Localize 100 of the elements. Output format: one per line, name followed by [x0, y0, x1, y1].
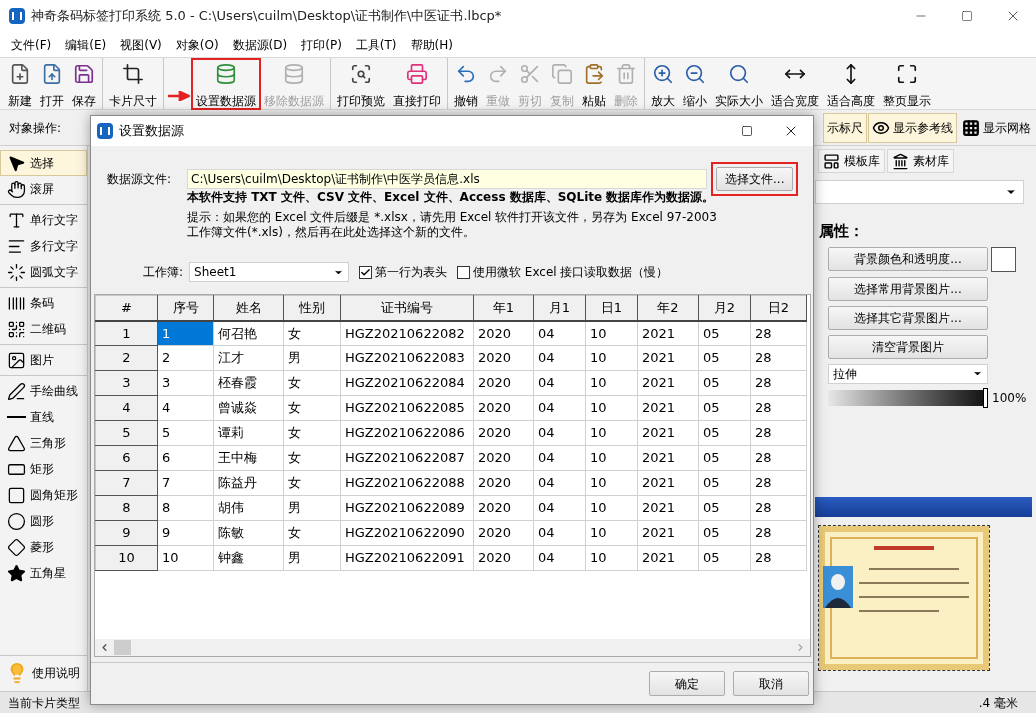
table-cell[interactable]: 3: [157, 370, 214, 396]
table-cell[interactable]: 04: [533, 495, 586, 521]
table-cell[interactable]: 7: [157, 470, 214, 496]
table-cell[interactable]: 2020: [473, 370, 534, 396]
menu-item[interactable]: 编辑(E): [58, 35, 114, 54]
toolbar-button[interactable]: 适合高度: [823, 58, 879, 109]
toolbar-button[interactable]: 设置数据源: [192, 58, 260, 109]
table-cell[interactable]: 10: [585, 545, 638, 571]
table-cell[interactable]: 陈敏: [213, 520, 284, 546]
toolbar-button[interactable]: 撤销: [450, 58, 482, 109]
table-cell[interactable]: 2020: [473, 445, 534, 471]
menu-item[interactable]: 对象(O): [168, 35, 226, 54]
table-cell[interactable]: 男: [283, 345, 341, 371]
row-header[interactable]: 6: [95, 445, 158, 471]
toggle-button[interactable]: 显示参考线: [868, 112, 957, 143]
tool-item[interactable]: 三角形: [0, 430, 87, 456]
panel-button[interactable]: 清空背景图片: [828, 334, 988, 359]
tool-item[interactable]: 五角星: [0, 560, 87, 586]
toolbar-button[interactable]: 实际大小: [711, 58, 767, 109]
menu-item[interactable]: 工具(T): [348, 35, 404, 54]
column-header[interactable]: 性别: [283, 295, 341, 321]
table-cell[interactable]: 2021: [637, 495, 699, 521]
column-header[interactable]: 年2: [637, 295, 699, 321]
table-cell[interactable]: 9: [157, 520, 214, 546]
table-cell[interactable]: HGZ20210622083: [340, 345, 474, 371]
file-path-field[interactable]: C:\Users\cuilm\Desktop\证书制作\中医学员信息.xls: [187, 169, 707, 189]
tool-item[interactable]: 多行文字: [0, 233, 87, 259]
table-cell[interactable]: 2021: [637, 445, 699, 471]
column-header[interactable]: 日2: [750, 295, 807, 321]
table-cell[interactable]: 10: [585, 420, 638, 446]
column-header[interactable]: 年1: [473, 295, 534, 321]
table-cell[interactable]: 10: [585, 395, 638, 421]
help-link[interactable]: 使用说明: [32, 663, 80, 682]
table-cell[interactable]: 05: [698, 470, 751, 496]
choose-file-button[interactable]: 选择文件...: [716, 167, 794, 191]
table-cell[interactable]: HGZ20210622089: [340, 495, 474, 521]
column-header[interactable]: 证书编号: [340, 295, 474, 321]
stretch-select[interactable]: 拉伸: [828, 363, 988, 384]
color-swatch[interactable]: [991, 246, 1016, 272]
table-cell[interactable]: 28: [750, 545, 807, 571]
table-cell[interactable]: 10: [585, 520, 638, 546]
table-cell[interactable]: HGZ20210622088: [340, 470, 474, 496]
table-cell[interactable]: 女: [283, 395, 341, 421]
table-cell[interactable]: 28: [750, 445, 807, 471]
dialog-button[interactable]: 取消: [733, 671, 809, 696]
opacity-slider[interactable]: [828, 389, 988, 406]
table-cell[interactable]: 10: [585, 370, 638, 396]
table-cell[interactable]: 28: [750, 345, 807, 371]
table-cell[interactable]: 柸春霞: [213, 370, 284, 396]
table-cell[interactable]: 05: [698, 445, 751, 471]
tool-item[interactable]: 手绘曲线: [0, 378, 87, 404]
toolbar-button[interactable]: 粘贴: [578, 58, 610, 109]
table-cell[interactable]: 04: [533, 345, 586, 371]
table-cell[interactable]: HGZ20210622091: [340, 545, 474, 571]
table-cell[interactable]: 05: [698, 370, 751, 396]
toolbar-button[interactable]: 打开: [36, 58, 68, 109]
table-cell[interactable]: 5: [157, 420, 214, 446]
table-cell[interactable]: 28: [750, 370, 807, 396]
table-cell[interactable]: 10: [157, 545, 214, 571]
table-cell[interactable]: 28: [750, 520, 807, 546]
tool-item[interactable]: 单行文字: [0, 207, 87, 233]
table-cell[interactable]: 2021: [637, 370, 699, 396]
table-cell[interactable]: 05: [698, 345, 751, 371]
table-cell[interactable]: 05: [698, 395, 751, 421]
column-header[interactable]: 日1: [585, 295, 638, 321]
table-cell[interactable]: 2021: [637, 520, 699, 546]
table-cell[interactable]: 28: [750, 420, 807, 446]
table-cell[interactable]: 10: [585, 345, 638, 371]
checkbox-label[interactable]: 第一行为表头: [375, 263, 448, 281]
table-cell[interactable]: 2020: [473, 495, 534, 521]
toolbar-button[interactable]: 整页显示: [879, 58, 935, 109]
table-cell[interactable]: 28: [750, 395, 807, 421]
table-cell[interactable]: 王中梅: [213, 445, 284, 471]
table-cell[interactable]: HGZ20210622084: [340, 370, 474, 396]
table-cell[interactable]: 江才: [213, 345, 284, 371]
column-header[interactable]: 序号: [157, 295, 214, 321]
table-cell[interactable]: 6: [157, 445, 214, 471]
table-cell[interactable]: 2021: [637, 420, 699, 446]
toolbar-button[interactable]: 卡片尺寸: [105, 58, 161, 109]
panel-button[interactable]: 背景颜色和透明度...: [828, 247, 988, 271]
table-cell[interactable]: 04: [533, 470, 586, 496]
row-header[interactable]: 8: [95, 495, 158, 521]
table-cell[interactable]: 10: [585, 320, 638, 346]
tool-item[interactable]: 二维码: [0, 316, 87, 342]
table-cell[interactable]: 女: [283, 470, 341, 496]
tool-item[interactable]: 圆弧文字: [0, 259, 87, 285]
table-cell[interactable]: 2021: [637, 545, 699, 571]
table-cell[interactable]: 28: [750, 320, 807, 346]
workbook-select[interactable]: Sheet1: [189, 262, 350, 282]
table-cell[interactable]: 4: [157, 395, 214, 421]
row-header[interactable]: 7: [95, 470, 158, 496]
table-cell[interactable]: 2020: [473, 470, 534, 496]
tool-item[interactable]: 圆角矩形: [0, 482, 87, 508]
table-cell[interactable]: 04: [533, 520, 586, 546]
table-cell[interactable]: 05: [698, 495, 751, 521]
toolbar-button[interactable]: 保存: [68, 58, 100, 109]
tool-item[interactable]: 选择: [0, 150, 87, 176]
tool-item[interactable]: 直线: [0, 404, 87, 430]
toolbar-button[interactable]: 缩小: [679, 58, 711, 109]
table-cell[interactable]: 陈益丹: [213, 470, 284, 496]
